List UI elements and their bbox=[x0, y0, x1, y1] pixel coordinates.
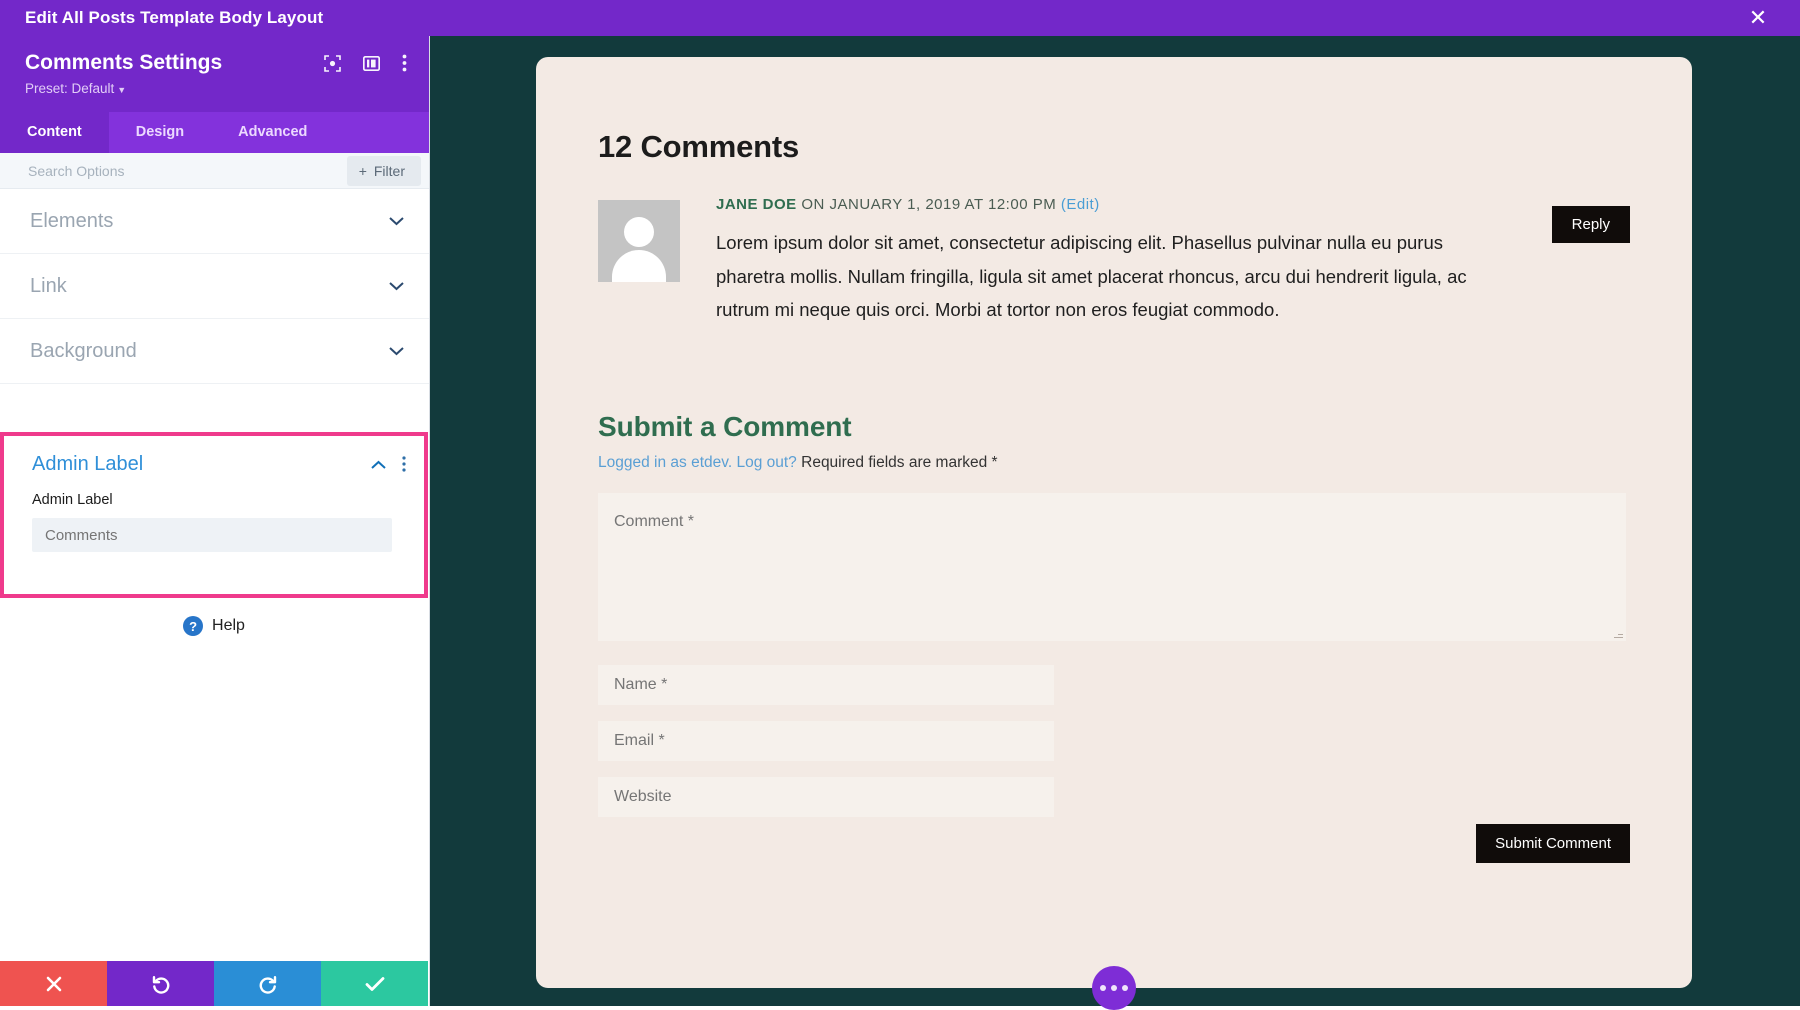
fullscreen-icon[interactable] bbox=[324, 54, 341, 72]
section-background[interactable]: Background bbox=[0, 319, 429, 385]
settings-panel-header: Comments Settings Preset: Default ▼ bbox=[0, 36, 429, 113]
tab-design[interactable]: Design bbox=[109, 112, 211, 153]
plus-icon: + bbox=[358, 162, 367, 179]
preview-canvas: 12 Comments JANE DOE ON JANUARY 1, 2019 … bbox=[430, 36, 1800, 1010]
settings-tabs: Content Design Advanced bbox=[0, 112, 429, 154]
required-fields-note: Required fields are marked * bbox=[801, 453, 998, 471]
logout-link[interactable]: Log out? bbox=[736, 454, 796, 471]
comment-textarea[interactable] bbox=[598, 492, 1626, 641]
editor-top-bar: Edit All Posts Template Body Layout ✕ bbox=[0, 0, 1800, 36]
redo-button[interactable] bbox=[214, 961, 321, 1006]
comment-date: ON JANUARY 1, 2019 AT 12:00 PM bbox=[796, 196, 1061, 213]
layout-view-icon[interactable] bbox=[363, 55, 380, 71]
section-admin-label: Admin Label Admin Label bbox=[0, 432, 428, 598]
comment-edit-link[interactable]: (Edit) bbox=[1061, 196, 1100, 213]
comments-heading: 12 Comments bbox=[598, 129, 800, 164]
section-label: Background bbox=[30, 339, 137, 362]
undo-button[interactable] bbox=[107, 961, 214, 1006]
comments-module-card: 12 Comments JANE DOE ON JANUARY 1, 2019 … bbox=[536, 57, 1692, 1010]
website-input[interactable] bbox=[598, 776, 1054, 817]
settings-action-bar bbox=[0, 961, 428, 1006]
admin-label-header[interactable]: Admin Label bbox=[4, 436, 424, 492]
submit-comment-heading: Submit a Comment bbox=[598, 410, 852, 442]
question-mark-icon: ? bbox=[183, 616, 204, 636]
section-label: Elements bbox=[30, 209, 114, 232]
email-input[interactable] bbox=[598, 720, 1054, 761]
comment-author: JANE DOE bbox=[716, 196, 797, 213]
chevron-up-icon[interactable] bbox=[371, 456, 386, 473]
admin-label-field-label: Admin Label bbox=[32, 492, 113, 508]
settings-title: Comments Settings bbox=[25, 51, 223, 74]
name-input[interactable] bbox=[598, 664, 1054, 705]
filter-label: Filter bbox=[373, 162, 405, 179]
default-avatar-icon bbox=[598, 200, 680, 282]
comment-meta: JANE DOE ON JANUARY 1, 2019 AT 12:00 PM … bbox=[716, 196, 1630, 213]
close-icon[interactable]: ✕ bbox=[1728, 0, 1788, 36]
reply-button[interactable]: Reply bbox=[1551, 206, 1630, 243]
search-input[interactable]: Search Options bbox=[0, 163, 347, 179]
admin-label-input[interactable] bbox=[32, 518, 392, 552]
module-settings-panel: Comments Settings Preset: Default ▼ Cont… bbox=[0, 36, 430, 1006]
save-button[interactable] bbox=[321, 961, 428, 1006]
login-status-line: Logged in as etdev. Log out? Required fi… bbox=[598, 454, 1630, 472]
admin-label-title: Admin Label bbox=[32, 452, 144, 475]
chevron-down-icon bbox=[389, 278, 404, 295]
admin-label-more-icon[interactable] bbox=[402, 456, 406, 472]
search-options-row: Search Options + Filter bbox=[0, 153, 429, 190]
tab-advanced[interactable]: Advanced bbox=[211, 112, 334, 153]
cancel-button[interactable] bbox=[0, 961, 107, 1006]
more-options-icon[interactable] bbox=[402, 54, 407, 72]
section-label: Link bbox=[30, 274, 67, 297]
comment-item: JANE DOE ON JANUARY 1, 2019 AT 12:00 PM … bbox=[598, 196, 1630, 327]
chevron-down-icon bbox=[389, 343, 404, 360]
page-settings-fab-ellipsis-icon[interactable] bbox=[1092, 966, 1136, 1010]
submit-comment-button[interactable]: Submit Comment bbox=[1476, 824, 1630, 863]
comment-textarea-wrapper bbox=[598, 492, 1626, 641]
help-label: Help bbox=[212, 617, 245, 634]
logged-in-link[interactable]: Logged in as etdev. bbox=[598, 454, 732, 471]
section-elements[interactable]: Elements bbox=[0, 189, 429, 255]
comment-text: Lorem ipsum dolor sit amet, consectetur … bbox=[716, 232, 1467, 321]
tab-content[interactable]: Content bbox=[0, 112, 109, 154]
section-link[interactable]: Link bbox=[0, 254, 429, 320]
chevron-down-icon bbox=[389, 213, 404, 230]
preset-selector[interactable]: Preset: Default ▼ bbox=[25, 81, 407, 96]
page-title: Edit All Posts Template Body Layout bbox=[25, 8, 324, 27]
preset-label: Preset: Default bbox=[25, 81, 115, 97]
help-link[interactable]: ? Help bbox=[0, 616, 428, 636]
chevron-down-icon: ▼ bbox=[117, 85, 127, 96]
filter-button[interactable]: + Filter bbox=[346, 155, 421, 186]
